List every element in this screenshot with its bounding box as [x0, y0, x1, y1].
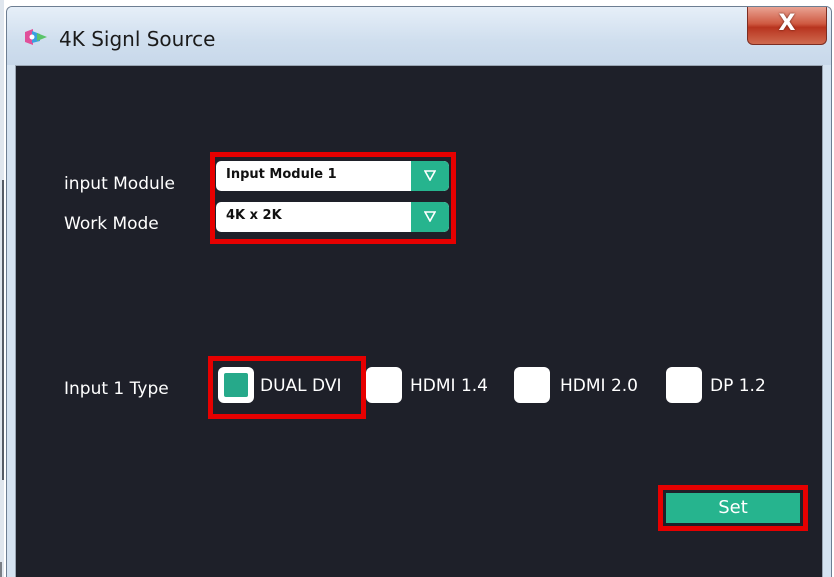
input-module-dropdown[interactable]: Input Module 1	[216, 161, 449, 191]
desktop-edge-shadow	[2, 180, 4, 480]
dual-dvi-checkbox[interactable]	[218, 367, 254, 403]
dual-dvi-label[interactable]: DUAL DVI	[260, 376, 341, 396]
work-mode-value: 4K x 2K	[226, 208, 282, 223]
triangle-down-icon	[424, 211, 436, 222]
close-icon: X	[778, 11, 796, 36]
input-module-dropdown-button[interactable]	[411, 161, 449, 191]
triangle-down-icon	[424, 170, 436, 181]
set-button[interactable]: Set	[666, 493, 800, 523]
window-title: 4K Signl Source	[59, 27, 216, 51]
input-module-value: Input Module 1	[226, 167, 337, 182]
dp-1-2-checkbox[interactable]	[666, 367, 702, 403]
hdmi-2-0-checkbox[interactable]	[514, 367, 550, 403]
work-mode-dropdown[interactable]: 4K x 2K	[216, 202, 449, 232]
dialog-content: input Module Work Mode Input Module 1 4K…	[15, 65, 823, 577]
dialog-window: 4K Signl Source X input Module Work Mode…	[6, 6, 832, 577]
input-type-label: Input 1 Type	[64, 379, 169, 399]
hdmi-1-4-checkbox[interactable]	[366, 367, 402, 403]
checkbox-checked-mark	[224, 373, 248, 397]
hdmi-1-4-label[interactable]: HDMI 1.4	[410, 376, 488, 396]
screen: 4K Signl Source X input Module Work Mode…	[0, 0, 834, 577]
work-mode-dropdown-button[interactable]	[411, 202, 449, 232]
dp-1-2-label: DP 1.2	[710, 376, 766, 396]
hdmi-2-0-label[interactable]: HDMI 2.0	[560, 376, 638, 396]
desktop-edge-tick	[0, 562, 2, 577]
title-bar[interactable]: 4K Signl Source X	[7, 7, 831, 65]
close-button[interactable]: X	[747, 7, 827, 45]
input-module-label: input Module	[64, 174, 175, 194]
app-logo-icon	[25, 29, 47, 45]
work-mode-label: Work Mode	[64, 214, 159, 234]
